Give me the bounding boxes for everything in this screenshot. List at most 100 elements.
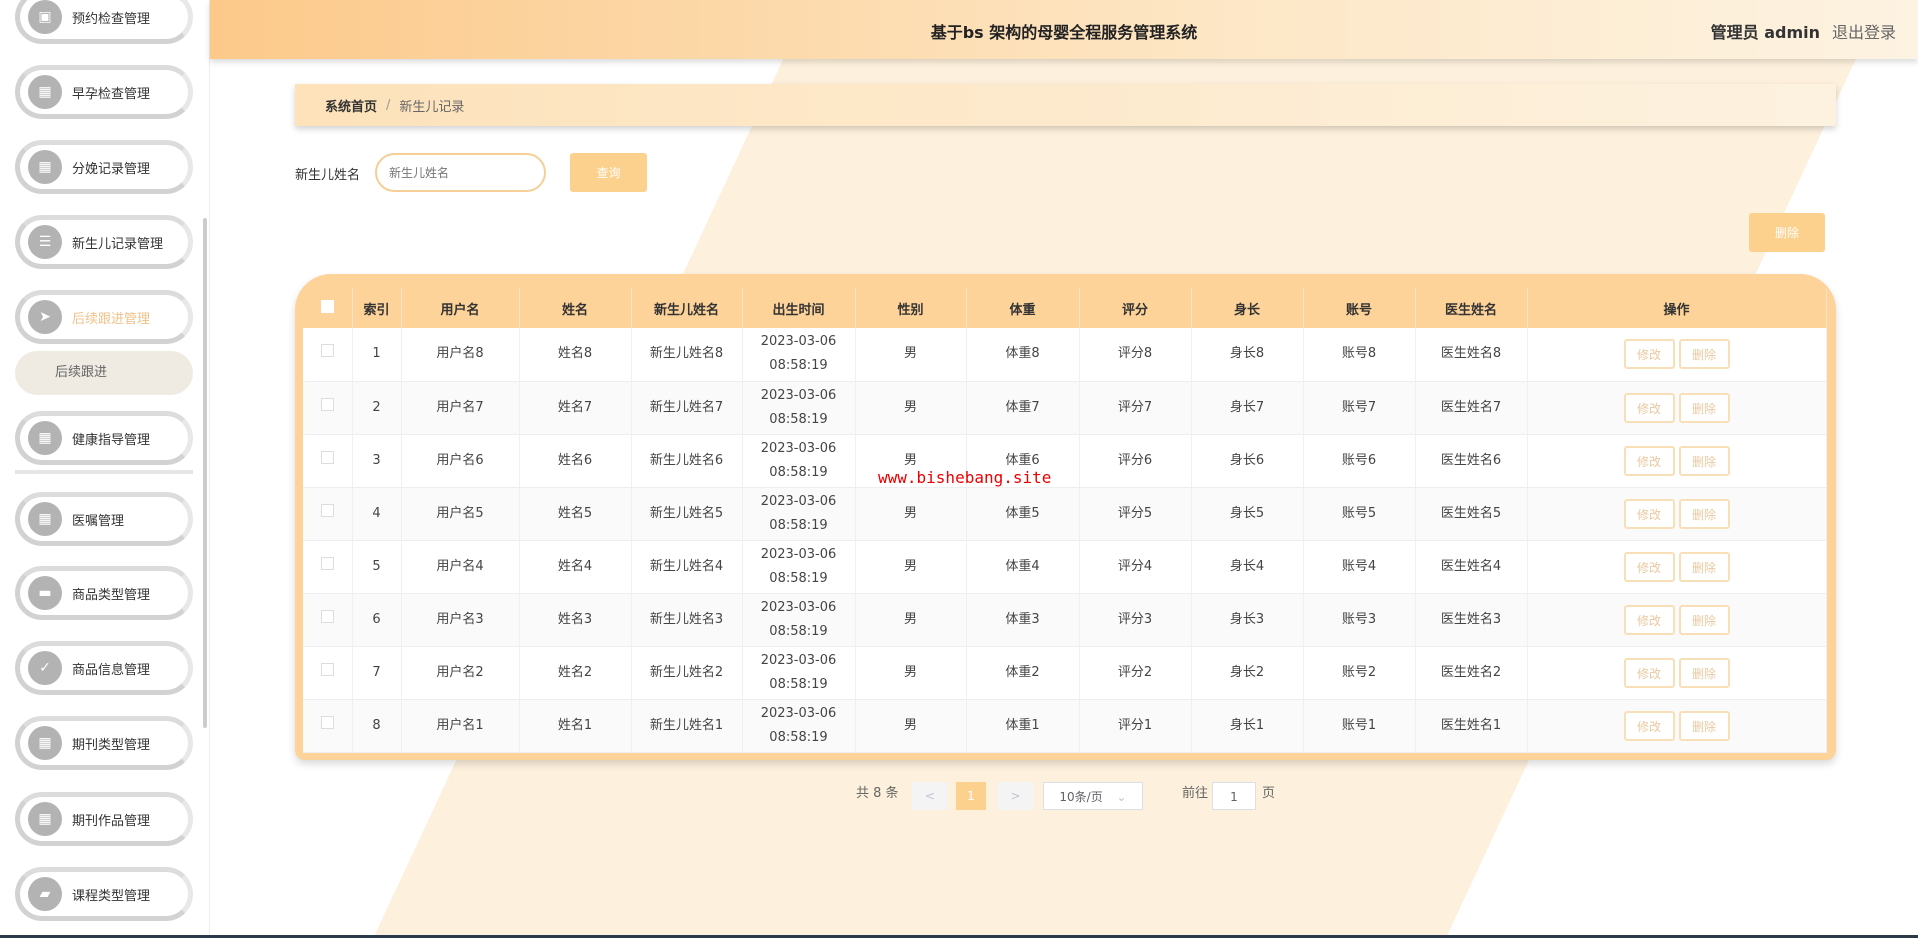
row-checkbox[interactable] — [303, 646, 353, 700]
column-header: 账号 — [1303, 288, 1416, 328]
table-cell: 男 — [855, 381, 967, 435]
table-cell: 评分4 — [1079, 540, 1192, 594]
edit-button[interactable]: 修改 — [1623, 445, 1675, 476]
search-label: 新生儿姓名 — [295, 168, 361, 183]
sidebar-item-label: 商品类型管理 — [72, 587, 151, 603]
grid-icon: ▦ — [28, 421, 62, 455]
row-checkbox[interactable] — [303, 487, 353, 541]
page-size-value: 10条/页 — [1059, 790, 1103, 804]
batch-delete-button[interactable]: 删除 — [1749, 213, 1825, 252]
breadcrumb-home[interactable]: 系统首页 — [325, 96, 377, 115]
delete-button[interactable]: 删除 — [1678, 445, 1730, 476]
sidebar-item-4[interactable]: ➤ 后续跟进管理 — [15, 290, 193, 344]
table-cell: 姓名8 — [519, 328, 632, 382]
page-size-select[interactable]: 10条/页 ⌄ — [1043, 782, 1143, 810]
sidebar-item-8[interactable]: ✓ 商品信息管理 — [15, 641, 193, 695]
edit-button[interactable]: 修改 — [1623, 604, 1675, 635]
logout-link[interactable]: 退出登录 — [1832, 19, 1896, 43]
sidebar-item-6[interactable]: ▦ 医嘱管理 — [15, 492, 193, 546]
data-table-container: 索引 用户名 姓名 新生儿姓名 出生时间 性别 体重 评分 身长 账号 医生姓名 操作 1 用户名8 姓名… — [295, 274, 1836, 760]
pagination-total: 共 8 条 — [856, 786, 899, 801]
column-header: 性别 — [855, 288, 967, 328]
table-cell: 医生姓名8 — [1415, 328, 1528, 382]
delete-button[interactable]: 删除 — [1678, 498, 1730, 529]
query-button[interactable]: 查询 — [570, 153, 647, 192]
table-cell: 医生姓名4 — [1415, 540, 1528, 594]
row-checkbox[interactable] — [303, 381, 353, 435]
column-header: 用户名 — [401, 288, 520, 328]
row-checkbox[interactable] — [303, 434, 353, 488]
prev-page-button[interactable]: < — [912, 782, 948, 810]
edit-button[interactable]: 修改 — [1623, 392, 1675, 423]
chevron-down-icon: ⌄ — [1116, 790, 1127, 804]
column-header: 新生儿姓名 — [631, 288, 743, 328]
delete-button[interactable]: 删除 — [1678, 339, 1730, 370]
table-cell: 体重8 — [966, 328, 1080, 382]
table-cell: 医生姓名6 — [1415, 434, 1528, 488]
row-actions: 修改 删除 — [1527, 434, 1827, 488]
sidebar-item-label: 预约检查管理 — [72, 11, 151, 27]
column-header: 索引 — [352, 288, 402, 328]
sidebar-item-3[interactable]: ☰ 新生儿记录管理 — [15, 215, 193, 269]
edit-button[interactable]: 修改 — [1623, 498, 1675, 529]
table-cell: 用户名4 — [401, 540, 520, 594]
table-cell: 账号3 — [1303, 593, 1416, 647]
table-cell: 医生姓名3 — [1415, 593, 1528, 647]
table-cell: 新生儿姓名6 — [631, 434, 743, 488]
sidebar-item-9[interactable]: ▦ 期刊类型管理 — [15, 716, 193, 770]
table-cell: 2023-03-06 08:58:19 — [742, 328, 856, 382]
table-cell: 新生儿姓名4 — [631, 540, 743, 594]
table-cell: 医生姓名1 — [1415, 699, 1528, 753]
row-checkbox[interactable] — [303, 328, 353, 382]
delete-button[interactable]: 删除 — [1678, 604, 1730, 635]
table-cell: 5 — [352, 540, 402, 594]
row-actions: 修改 删除 — [1527, 381, 1827, 435]
edit-button[interactable]: 修改 — [1623, 339, 1675, 370]
delete-button[interactable]: 删除 — [1678, 392, 1730, 423]
select-all-checkbox[interactable] — [303, 288, 353, 328]
column-header: 身长 — [1191, 288, 1304, 328]
edit-button[interactable]: 修改 — [1623, 657, 1675, 688]
table-cell: 评分2 — [1079, 646, 1192, 700]
sidebar-item-10[interactable]: ▦ 期刊作品管理 — [15, 792, 193, 846]
table-cell: 姓名2 — [519, 646, 632, 700]
delete-button[interactable]: 删除 — [1678, 551, 1730, 582]
edit-button[interactable]: 修改 — [1623, 551, 1675, 582]
row-actions: 修改 删除 — [1527, 540, 1827, 594]
table-cell: 用户名7 — [401, 381, 520, 435]
sidebar-item-0[interactable]: ▣ 预约检查管理 — [15, 0, 193, 44]
table-cell: 账号5 — [1303, 487, 1416, 541]
sidebar-item-5[interactable]: ▦ 健康指导管理 — [15, 411, 193, 465]
table-cell: 用户名3 — [401, 593, 520, 647]
table-cell: 体重5 — [966, 487, 1080, 541]
column-header: 姓名 — [519, 288, 632, 328]
sidebar-item-1[interactable]: ▦ 早孕检查管理 — [15, 65, 193, 119]
submenu-item-followup[interactable]: 后续跟进 — [15, 351, 193, 395]
table-cell: 身长8 — [1191, 328, 1304, 382]
table-cell: 2023-03-06 08:58:19 — [742, 487, 856, 541]
next-page-button[interactable]: > — [997, 782, 1034, 810]
sidebar-item-11[interactable]: ▰ 课程类型管理 — [15, 867, 193, 921]
goto-label: 前往 — [1182, 786, 1209, 801]
page-1-button[interactable]: 1 — [956, 782, 986, 810]
delete-button[interactable]: 删除 — [1678, 710, 1730, 741]
sidebar-item-7[interactable]: ▬ 商品类型管理 — [15, 566, 193, 620]
edit-button[interactable]: 修改 — [1623, 710, 1675, 741]
table-cell: 男 — [855, 699, 967, 753]
table-cell: 评分3 — [1079, 593, 1192, 647]
table-cell: 医生姓名2 — [1415, 646, 1528, 700]
sidebar-item-label: 医嘱管理 — [72, 513, 125, 529]
row-checkbox[interactable] — [303, 593, 353, 647]
goto-page-input[interactable]: 1 — [1212, 782, 1256, 810]
table-cell: 新生儿姓名2 — [631, 646, 743, 700]
sidebar-scrollbar[interactable] — [203, 218, 207, 728]
row-checkbox[interactable] — [303, 699, 353, 753]
ticket-icon: ▬ — [28, 576, 62, 610]
table-cell: 男 — [855, 540, 967, 594]
newborn-name-search-input[interactable] — [375, 153, 546, 192]
table-cell: 6 — [352, 593, 402, 647]
delete-button[interactable]: 删除 — [1678, 657, 1730, 688]
table-cell: 用户名8 — [401, 328, 520, 382]
row-checkbox[interactable] — [303, 540, 353, 594]
sidebar-item-2[interactable]: ▦ 分娩记录管理 — [15, 140, 193, 194]
